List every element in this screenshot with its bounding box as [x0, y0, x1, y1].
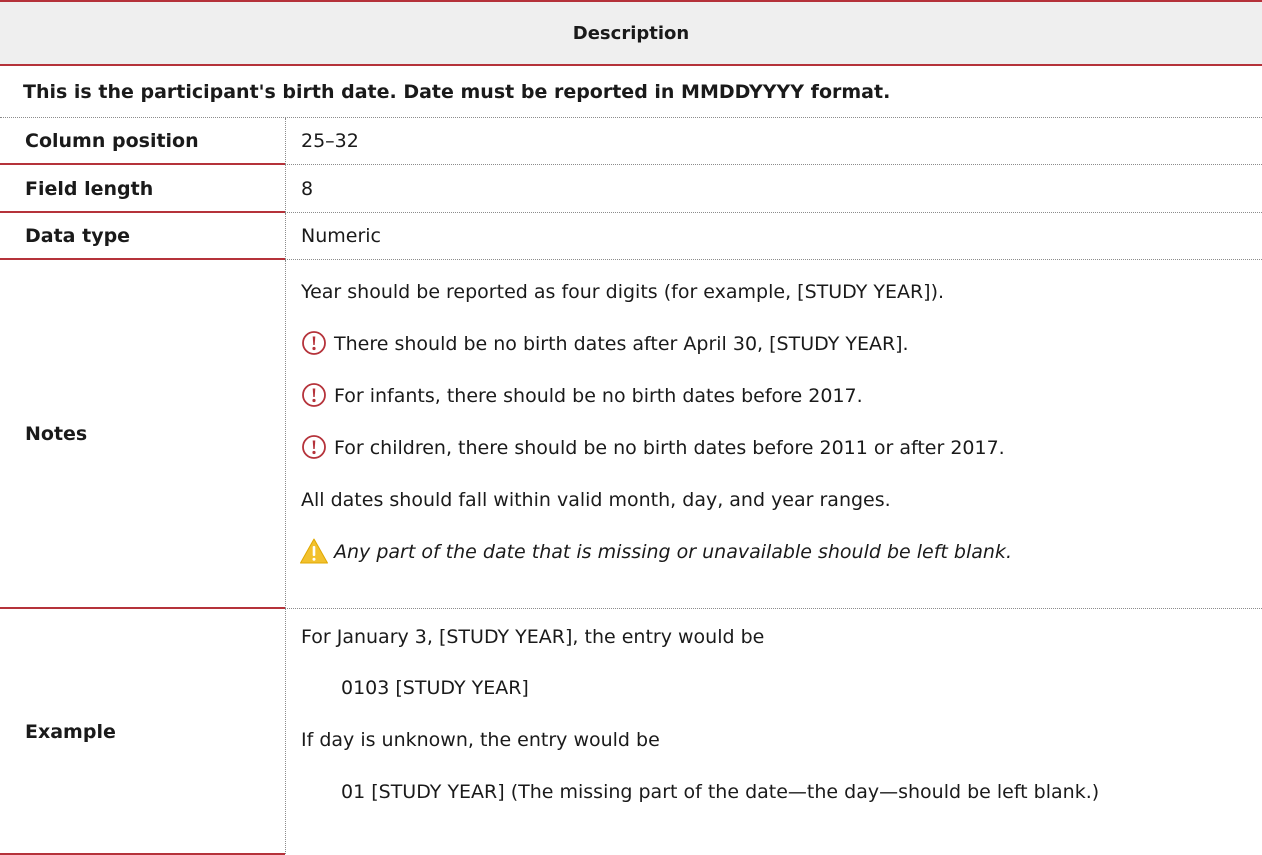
row-label-field-length: Field length: [0, 165, 286, 213]
data-dictionary-entry: Description This is the participant's bi…: [0, 0, 1262, 855]
example-value: 0103 [STUDY YEAR]: [341, 677, 529, 699]
note-text: There should be no birth dates after Apr…: [334, 333, 909, 355]
description-text: This is the participant's birth date. Da…: [0, 66, 1262, 118]
row-label-example: Example: [0, 609, 286, 855]
example-line: For January 3, [STUDY YEAR], the entry w…: [301, 626, 765, 648]
row-label-notes: Notes: [0, 260, 286, 609]
exclamation-circle-icon: [302, 383, 326, 407]
row-column-position: Column position 25–32: [0, 118, 1262, 165]
note-text: For infants, there should be no birth da…: [334, 385, 863, 407]
warning-triangle-icon: [300, 538, 328, 564]
row-value-column-position: 25–32: [301, 130, 359, 152]
note-item-alert: For infants, there should be no birth da…: [301, 383, 1247, 409]
row-field-length: Field length 8: [0, 165, 1262, 213]
note-item-alert: For children, there should be no birth d…: [301, 435, 1247, 461]
note-text: Any part of the date that is missing or …: [334, 541, 1012, 563]
note-item-alert: There should be no birth dates after Apr…: [301, 331, 1247, 357]
note-item: Year should be reported as four digits (…: [301, 279, 1247, 305]
header-title: Description: [572, 22, 690, 44]
exclamation-circle-icon: [302, 435, 326, 459]
note-text: Year should be reported as four digits (…: [301, 281, 945, 303]
table-header: Description: [0, 0, 1262, 66]
exclamation-circle-icon: [302, 331, 326, 355]
example-value: 01 [STUDY YEAR] (The missing part of the…: [341, 781, 1100, 803]
row-notes: Notes Year should be reported as four di…: [0, 260, 1262, 609]
note-text: For children, there should be no birth d…: [334, 437, 1005, 459]
example-line: If day is unknown, the entry would be: [301, 729, 660, 751]
row-label-column-position: Column position: [0, 118, 286, 165]
row-label-data-type: Data type: [0, 213, 286, 260]
row-data-type: Data type Numeric: [0, 213, 1262, 260]
note-item: All dates should fall within valid month…: [301, 487, 1247, 513]
row-value-field-length: 8: [301, 177, 314, 200]
row-example: Example For January 3, [STUDY YEAR], the…: [0, 609, 1262, 855]
note-text: All dates should fall within valid month…: [301, 489, 891, 511]
row-value-data-type: Numeric: [301, 225, 381, 247]
note-item-warning: Any part of the date that is missing or …: [300, 538, 1247, 565]
